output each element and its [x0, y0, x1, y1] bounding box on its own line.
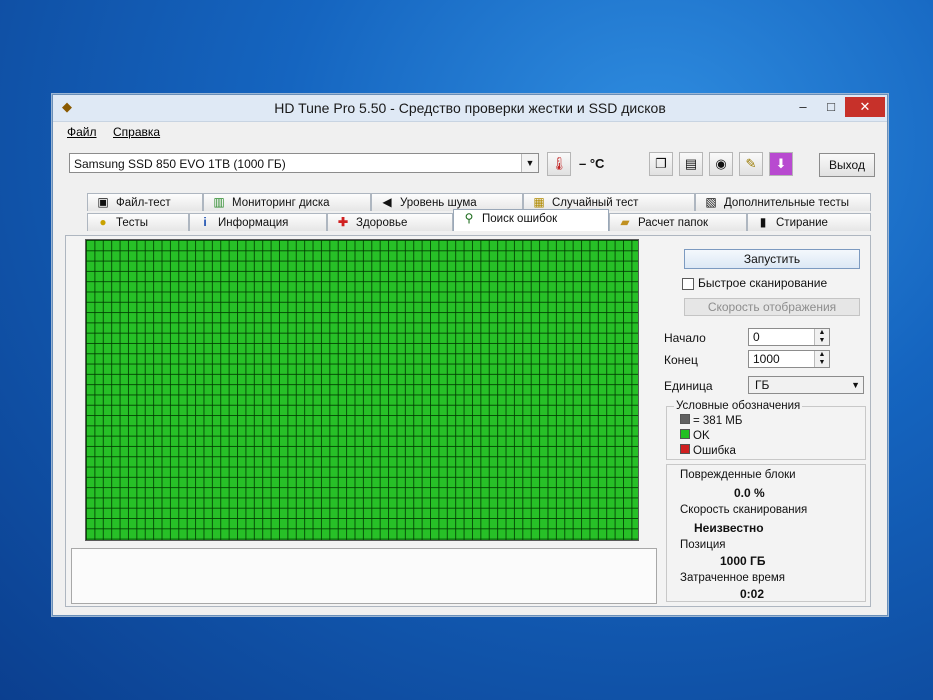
- folder-icon: ▰: [620, 215, 630, 229]
- extra-tests-icon: ▧: [705, 195, 717, 209]
- chevron-down-icon[interactable]: ▼: [521, 154, 538, 172]
- scan-speed-value: Неизвестно: [694, 521, 764, 535]
- thermometer-icon[interactable]: 🌡: [547, 152, 571, 176]
- legend-title: Условные обозначения: [674, 400, 803, 412]
- file-icon: ▣: [97, 195, 109, 209]
- spinner-arrows-icon[interactable]: ▲ ▼: [814, 329, 829, 345]
- tab-erase[interactable]: ▮ Стирание: [747, 213, 871, 231]
- legend-item-block-size: = 381 МБ: [680, 414, 742, 427]
- camera-icon[interactable]: ◉: [709, 152, 733, 176]
- end-input[interactable]: 1000 ▲ ▼: [748, 350, 830, 368]
- menu-file[interactable]: Файл: [67, 125, 97, 139]
- unit-field-label: Единица: [664, 379, 713, 393]
- error-scan-panel: Запустить Быстрое сканирование Скорость …: [65, 235, 871, 607]
- scan-speed-label: Скорость сканирования: [680, 504, 808, 516]
- trash-icon: ▮: [759, 215, 767, 229]
- start-input[interactable]: 0 ▲ ▼: [748, 328, 830, 346]
- tab-file-test[interactable]: ▣ Файл-тест: [87, 193, 203, 211]
- search-icon: ⚲: [464, 211, 474, 225]
- monitor-icon: ▥: [213, 195, 225, 209]
- window-title: HD Tune Pro 5.50 - Средство проверки жес…: [274, 100, 666, 116]
- spinner-arrows-icon[interactable]: ▲ ▼: [814, 351, 829, 367]
- tab-tests[interactable]: ● Тесты: [87, 213, 189, 231]
- display-speed-button[interactable]: Скорость отображения: [684, 298, 860, 316]
- gray-swatch-icon: [680, 414, 690, 424]
- menu-help[interactable]: Справка: [113, 125, 160, 139]
- start-field-label: Начало: [664, 331, 706, 345]
- red-swatch-icon: [680, 444, 690, 454]
- drive-select-value: Samsung SSD 850 EVO 1TB (1000 ГБ): [74, 157, 286, 171]
- copy-text-icon[interactable]: ▤: [679, 152, 703, 176]
- start-button[interactable]: Запустить: [684, 249, 860, 269]
- chevron-down-icon[interactable]: ▼: [851, 377, 860, 393]
- legend-item-error: Ошибка: [680, 444, 736, 457]
- app-window: ◆ HD Tune Pro 5.50 - Средство проверки ж…: [52, 94, 888, 616]
- toolbar: Samsung SSD 850 EVO 1TB (1000 ГБ) ▼ 🌡 – …: [53, 147, 887, 187]
- damaged-blocks-label: Поврежденные блоки: [680, 469, 796, 481]
- tab-health[interactable]: ✚ Здоровье: [327, 213, 453, 231]
- info-icon: i: [203, 215, 207, 229]
- tab-error-scan[interactable]: ⚲ Поиск ошибок: [453, 209, 609, 231]
- maximize-button[interactable]: □: [817, 97, 845, 117]
- minimize-button[interactable]: –: [789, 97, 817, 117]
- start-input-value: 0: [753, 330, 760, 344]
- title-bar[interactable]: ◆ HD Tune Pro 5.50 - Средство проверки ж…: [53, 95, 887, 122]
- tab-extra-tests[interactable]: ▧ Дополнительные тесты: [695, 193, 871, 211]
- elapsed-time-value: 0:02: [740, 587, 765, 601]
- tab-folder-calc[interactable]: ▰ Расчет папок: [609, 213, 747, 231]
- bulb-icon: ●: [99, 215, 107, 229]
- quick-scan-checkbox[interactable]: [682, 278, 694, 290]
- drive-select[interactable]: Samsung SSD 850 EVO 1TB (1000 ГБ) ▼: [69, 153, 539, 173]
- position-value: 1000 ГБ: [720, 554, 766, 568]
- green-swatch-icon: [680, 429, 690, 439]
- temperature-readout: – °C: [579, 156, 605, 171]
- exit-button[interactable]: Выход: [819, 153, 875, 177]
- log-area[interactable]: [71, 548, 657, 604]
- legend-item-ok: OK: [680, 429, 710, 442]
- copy-icon[interactable]: ❐: [649, 152, 673, 176]
- damaged-blocks-value: 0.0 %: [734, 486, 765, 500]
- menu-bar: Файл Справка: [53, 123, 887, 141]
- tab-info[interactable]: i Информация: [189, 213, 327, 231]
- quick-scan-label: Быстрое сканирование: [698, 276, 828, 290]
- elapsed-time-label: Затраченное время: [680, 572, 786, 584]
- health-icon: ✚: [337, 215, 349, 229]
- end-input-value: 1000: [753, 352, 780, 366]
- download-icon[interactable]: ⬇: [769, 152, 793, 176]
- end-field-label: Конец: [664, 353, 698, 367]
- position-label: Позиция: [680, 539, 726, 551]
- speaker-icon: ◀: [382, 195, 392, 209]
- scan-block-map: [85, 239, 639, 541]
- unit-select[interactable]: ГБ ▼: [748, 376, 864, 394]
- unit-select-value: ГБ: [755, 378, 770, 392]
- save-icon[interactable]: ✎: [739, 152, 763, 176]
- close-button[interactable]: ✕: [845, 97, 885, 117]
- tab-disk-monitor[interactable]: ▥ Мониторинг диска: [203, 193, 371, 211]
